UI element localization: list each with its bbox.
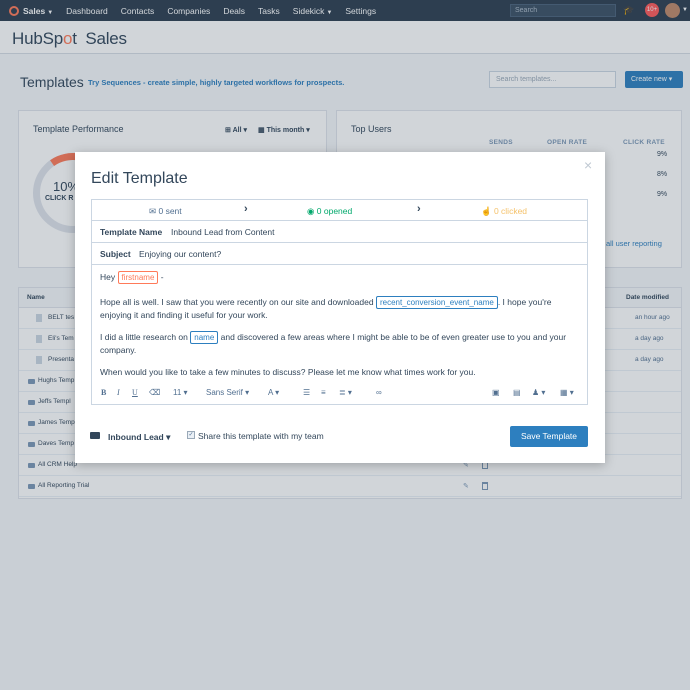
firstname-token[interactable]: firstname	[117, 271, 159, 284]
font-size-select[interactable]: 11 ▾	[173, 388, 188, 397]
template-stats: ✉ 0 sent › ◉ 0 opened › ☝ 0 clicked	[92, 200, 587, 221]
chevron-right-icon: ›	[244, 203, 248, 215]
opened-stat: ◉ 0 opened	[307, 206, 353, 216]
folder-select[interactable]: Inbound Lead ▾	[108, 432, 170, 443]
sent-stat: ✉ 0 sent	[149, 206, 182, 216]
snippet-icon[interactable]: ▦ ▾	[560, 388, 574, 397]
bold-button[interactable]: B	[101, 388, 106, 397]
template-name-field[interactable]: Inbound Lead from Content	[171, 227, 275, 237]
share-label: Share this template with my team	[198, 431, 324, 441]
email-body-paragraph[interactable]: Hope all is well. I saw that you were re…	[100, 296, 578, 322]
subject-row: Subject Enjoying our content?	[92, 243, 587, 265]
video-icon[interactable]: ▤	[513, 388, 521, 397]
subject-label: Subject	[100, 249, 131, 259]
italic-button[interactable]: I	[117, 388, 120, 397]
save-template-button[interactable]: Save Template	[510, 426, 588, 447]
clicked-stat: ☝ 0 clicked	[481, 206, 528, 216]
bullet-list-icon[interactable]: ☰	[303, 388, 310, 397]
subject-field[interactable]: Enjoying our content?	[139, 249, 221, 259]
numbered-list-icon[interactable]: ≡	[321, 388, 326, 397]
clear-format-icon[interactable]: ⌫	[149, 388, 160, 397]
chevron-right-icon: ›	[417, 203, 421, 215]
personalize-icon[interactable]: ♟ ▾	[532, 388, 545, 397]
underline-button[interactable]: U	[132, 388, 138, 397]
folder-icon	[90, 432, 100, 439]
link-icon[interactable]: ∞	[376, 388, 382, 397]
font-color-select[interactable]: A ▾	[268, 388, 279, 397]
conversion-event-token[interactable]: recent_conversion_event_name	[375, 296, 498, 309]
align-icon[interactable]: ≣ ▾	[339, 388, 352, 397]
close-icon[interactable]: ×	[584, 157, 592, 173]
email-body-paragraph[interactable]: When would you like to take a few minute…	[100, 366, 578, 379]
template-name-label: Template Name	[100, 227, 163, 237]
share-checkbox[interactable]: ✓	[187, 431, 195, 439]
email-body-paragraph[interactable]: I did a little research on name and disc…	[100, 331, 578, 357]
image-icon[interactable]: ▣	[492, 388, 500, 397]
name-token[interactable]: name	[190, 331, 219, 344]
modal-title: Edit Template	[91, 170, 188, 187]
template-name-row: Template Name Inbound Lead from Content	[92, 221, 587, 243]
editor-toolbar: B I U ⌫ 11 ▾ Sans Serif ▾ A ▾ ☰ ≡ ≣ ▾ ∞ …	[92, 383, 587, 403]
email-body-greeting[interactable]: Hey firstname -	[100, 271, 578, 284]
edit-template-modal: Edit Template × ✉ 0 sent › ◉ 0 opened › …	[75, 152, 605, 463]
template-editor: ✉ 0 sent › ◉ 0 opened › ☝ 0 clicked Temp…	[91, 199, 588, 405]
font-family-select[interactable]: Sans Serif ▾	[206, 388, 249, 397]
